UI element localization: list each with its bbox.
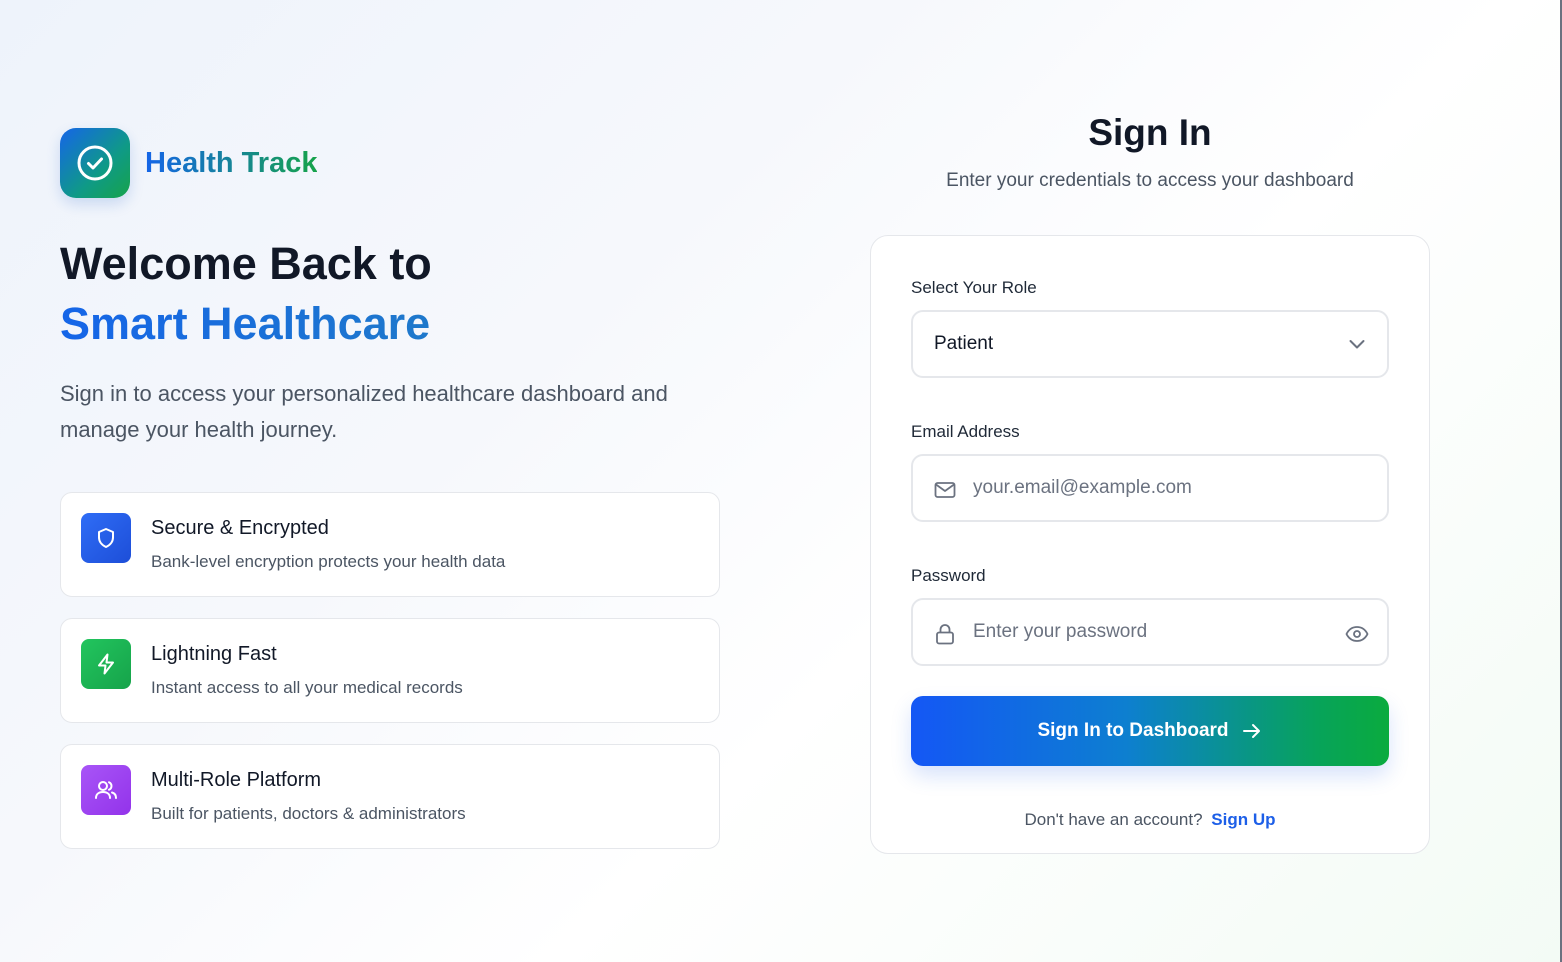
feature-desc: Built for patients, doctors & administra… (151, 804, 466, 823)
role-select[interactable]: Patient (911, 310, 1389, 378)
signup-link[interactable]: Sign Up (1211, 810, 1275, 829)
eye-icon[interactable] (1345, 622, 1369, 651)
lightning-icon (81, 639, 131, 689)
feature-title: Secure & Encrypted (151, 517, 329, 539)
signin-form: Select Your Role Patient Email Address P… (870, 235, 1430, 854)
shield-icon (81, 513, 131, 563)
brand: Health Track (60, 128, 720, 198)
feature-list: Secure & Encrypted Bank-level encryption… (60, 492, 720, 849)
mail-icon (933, 478, 957, 507)
feature-desc: Bank-level encryption protects your heal… (151, 552, 506, 571)
password-field-wrapper (911, 598, 1389, 666)
password-label: Password (911, 566, 986, 585)
check-circle-icon (60, 128, 130, 198)
headline-line-2: Smart Healthcare (60, 294, 720, 354)
signup-prompt: Don't have an account? (1024, 810, 1203, 829)
page-headline: Welcome Back to Smart Healthcare (60, 234, 720, 354)
lock-icon (933, 622, 957, 651)
feature-title: Multi-Role Platform (151, 769, 322, 791)
brand-name: Health Track (145, 146, 318, 179)
feature-desc: Instant access to all your medical recor… (151, 678, 463, 697)
password-field[interactable] (973, 621, 1333, 643)
feature-title: Lightning Fast (151, 643, 277, 665)
email-field-wrapper (911, 454, 1389, 522)
left-panel: Health Track Welcome Back to Smart Healt… (60, 128, 720, 870)
headline-line-1: Welcome Back to (60, 238, 432, 289)
role-select-value: Patient (934, 333, 994, 354)
signin-button-label: Sign In to Dashboard (1037, 720, 1229, 741)
role-label: Select Your Role (911, 278, 1037, 297)
signin-subtitle: Enter your credentials to access your da… (946, 170, 1354, 191)
email-label: Email Address (911, 422, 1020, 441)
email-field[interactable] (973, 477, 1333, 499)
feature-card-fast: Lightning Fast Instant access to all you… (60, 618, 720, 723)
intro-text: Sign in to access your personalized heal… (60, 381, 668, 442)
chevron-down-icon (1347, 334, 1367, 359)
signin-header: Sign In Enter your credentials to access… (870, 112, 1430, 192)
users-icon (81, 765, 131, 815)
signin-title: Sign In (1088, 112, 1212, 153)
feature-card-secure: Secure & Encrypted Bank-level encryption… (60, 492, 720, 597)
arrow-right-icon (1242, 724, 1260, 738)
feature-card-multirole: Multi-Role Platform Built for patients, … (60, 744, 720, 849)
signup-row: Don't have an account? Sign Up (911, 810, 1389, 830)
signin-button[interactable]: Sign In to Dashboard (911, 696, 1389, 766)
